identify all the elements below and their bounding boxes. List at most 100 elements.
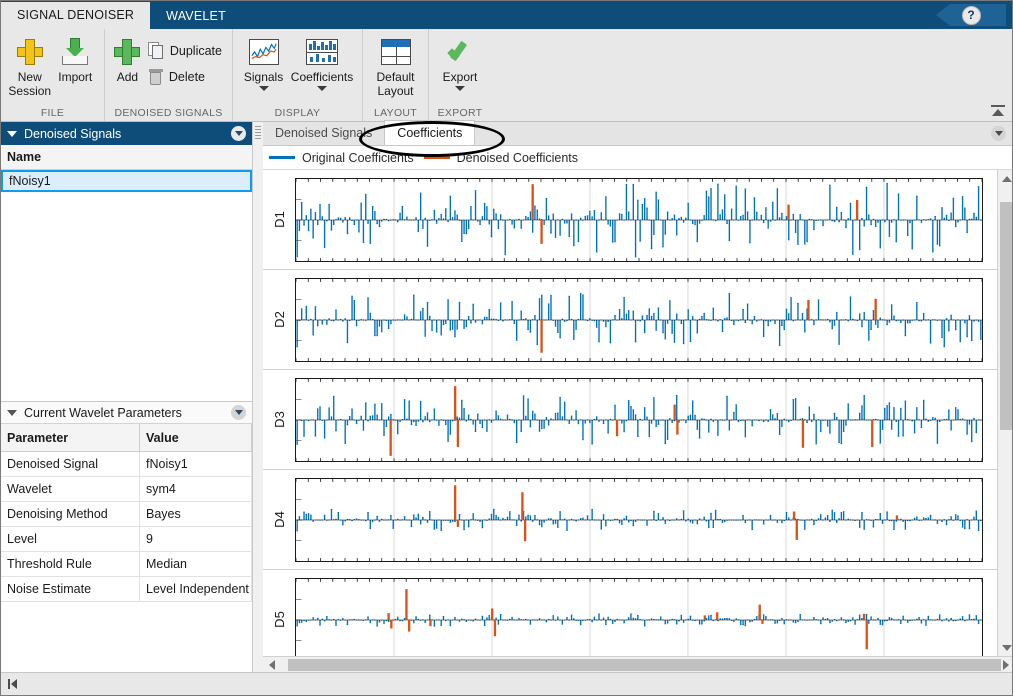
param-name: Noise Estimate — [1, 577, 140, 602]
param-name: Denoising Method — [1, 502, 140, 527]
import-button[interactable]: Import — [53, 34, 99, 84]
document-options-button[interactable] — [991, 126, 1006, 141]
tab-wavelet[interactable]: WAVELET — [150, 3, 242, 29]
wavelet-parameters-panel-header: Current Wavelet Parameters — [1, 401, 252, 424]
help-question-icon: ? — [962, 6, 981, 25]
ribbon-group-denoised-signals: Add Duplicate Delete DENOISED SIGNALS — [105, 29, 233, 121]
document-tabbar: Denoised Signals Coefficients — [263, 122, 1013, 146]
chevron-down-circle-icon[interactable] — [231, 405, 246, 420]
delete-label: Delete — [169, 70, 205, 84]
param-name: Denoised Signal — [1, 452, 140, 477]
chevron-down-icon[interactable] — [455, 86, 465, 91]
coefficient-plot-d1: D1 — [263, 170, 997, 270]
chevron-down-icon[interactable] — [259, 86, 269, 91]
left-sidebar: Denoised Signals Name fNoisy1 Current Wa… — [1, 122, 253, 673]
param-value: Bayes — [140, 502, 252, 527]
y-axis-label-box: D5 — [263, 570, 295, 656]
param-value: Level Independent — [140, 577, 252, 602]
ribbon-group-export: Export EXPORT — [429, 29, 491, 121]
ribbon-group-label-file: FILE — [7, 105, 98, 121]
plot-axes — [295, 278, 983, 362]
plot-legend: Original Coefficients Denoised Coefficie… — [263, 146, 1013, 170]
column-header-parameter: Parameter — [1, 424, 140, 452]
tab-coefficients[interactable]: Coefficients — [384, 120, 475, 145]
wavelet-parameters-table: Parameter Value Denoised Signal fNoisy1 … — [1, 424, 252, 602]
table-row[interactable]: Threshold Rule Median — [1, 552, 252, 577]
help-button[interactable]: ? — [936, 4, 1006, 26]
collapse-left-panel-icon[interactable] — [8, 679, 17, 689]
new-session-button[interactable]: New Session — [7, 34, 53, 98]
legend-item-denoised: Denoised Coefficients — [424, 151, 578, 165]
plot-axes — [295, 578, 983, 656]
default-layout-label: Default Layout — [369, 70, 422, 98]
add-button[interactable]: Add — [111, 34, 144, 84]
horizontal-scrollbar-thumb[interactable] — [288, 659, 1001, 671]
ribbon-group-file: New Session Import FILE — [1, 29, 105, 121]
horizontal-scrollbar[interactable] — [263, 656, 1013, 673]
ribbon-group-label-denoised-signals: DENOISED SIGNALS — [111, 105, 226, 121]
signals-plot-icon — [249, 36, 279, 68]
wavelet-parameters-panel-title: Current Wavelet Parameters — [24, 406, 231, 420]
plot-axes — [295, 378, 983, 462]
duplicate-button[interactable]: Duplicate — [144, 38, 226, 64]
scroll-right-arrow-icon[interactable] — [997, 657, 1013, 673]
param-value: sym4 — [140, 477, 252, 502]
param-value: fNoisy1 — [140, 452, 252, 477]
denoised-signals-panel-header: Denoised Signals — [1, 122, 252, 145]
chevron-down-icon[interactable] — [317, 86, 327, 91]
y-axis-label-box: D3 — [263, 370, 295, 469]
legend-swatch-original — [269, 156, 295, 159]
add-label: Add — [117, 70, 138, 84]
coefficients-display-button[interactable]: Coefficients — [288, 34, 356, 91]
scroll-up-arrow-icon[interactable] — [998, 170, 1013, 187]
ribbon-group-display: Signals — [233, 29, 363, 121]
signals-display-button[interactable]: Signals — [239, 34, 288, 91]
legend-swatch-denoised — [424, 156, 450, 159]
delete-button[interactable]: Delete — [144, 64, 226, 90]
new-session-label: New Session — [7, 70, 53, 98]
default-layout-button[interactable]: Default Layout — [369, 34, 422, 98]
trash-icon — [148, 68, 164, 86]
export-label: Export — [443, 70, 478, 84]
coefficient-plots-stack: D1D2D3D4D5 — [263, 170, 997, 656]
triangle-down-icon[interactable] — [7, 410, 17, 416]
legend-item-original: Original Coefficients — [269, 151, 414, 165]
scroll-down-arrow-icon[interactable] — [998, 639, 1013, 656]
vertical-scrollbar[interactable] — [997, 170, 1013, 656]
green-check-icon — [445, 36, 475, 68]
denoised-signals-panel: Denoised Signals Name fNoisy1 — [1, 122, 253, 401]
signals-display-label: Signals — [244, 70, 283, 84]
collapse-ribbon-icon[interactable] — [990, 105, 1006, 119]
param-value: 9 — [140, 527, 252, 552]
coefficients-plot-icon — [306, 36, 338, 68]
chevron-down-circle-icon[interactable] — [231, 126, 246, 141]
param-value: Median — [140, 552, 252, 577]
y-axis-label: D1 — [272, 211, 287, 228]
ribbon-group-label-display: DISPLAY — [239, 105, 356, 121]
table-row[interactable]: Denoising Method Bayes — [1, 502, 252, 527]
plot-axes — [295, 478, 983, 562]
y-axis-label-box: D1 — [263, 170, 295, 269]
table-row[interactable]: Wavelet sym4 — [1, 477, 252, 502]
duplicate-label: Duplicate — [170, 44, 222, 58]
coefficient-plot-d4: D4 — [263, 470, 997, 570]
plots-scroll-area: D1D2D3D4D5 — [263, 170, 1013, 656]
vertical-scrollbar-thumb[interactable] — [1000, 202, 1013, 430]
scroll-left-arrow-icon[interactable] — [263, 657, 280, 673]
tab-signal-denoiser[interactable]: SIGNAL DENOISER — [1, 2, 150, 29]
export-button[interactable]: Export — [435, 34, 485, 91]
y-axis-label-box: D4 — [263, 470, 295, 569]
tab-denoised-signals[interactable]: Denoised Signals — [263, 122, 384, 145]
grid-layout-icon — [381, 36, 411, 68]
table-row[interactable]: Level 9 — [1, 527, 252, 552]
table-row[interactable]: Denoised Signal fNoisy1 — [1, 452, 252, 477]
plus-gold-icon — [17, 36, 43, 68]
table-row[interactable]: Noise Estimate Level Independent — [1, 577, 252, 602]
list-item[interactable]: fNoisy1 — [1, 170, 252, 192]
legend-label-denoised: Denoised Coefficients — [457, 151, 578, 165]
import-label: Import — [58, 70, 92, 84]
parameters-empty-area — [1, 602, 252, 673]
triangle-down-icon[interactable] — [7, 131, 17, 137]
legend-label-original: Original Coefficients — [302, 151, 414, 165]
plus-green-icon — [114, 36, 140, 68]
